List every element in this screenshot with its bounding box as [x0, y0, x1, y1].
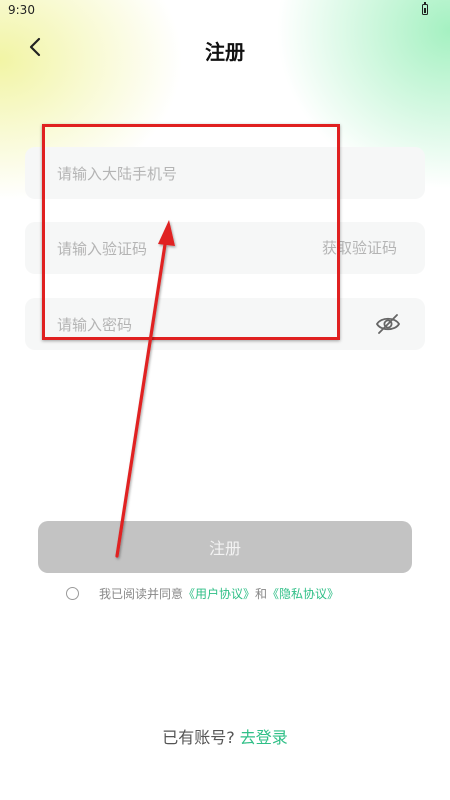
login-prompt-text: 已有账号? [162, 728, 235, 747]
agreement-row: 我已阅读并同意 《用户协议》 和 《隐私协议》 [66, 583, 339, 603]
page-title: 注册 [205, 40, 245, 64]
agreement-and: 和 [255, 586, 268, 601]
annotation-highlight-box [42, 124, 340, 340]
agreement-prefix: 我已阅读并同意 [99, 586, 184, 601]
battery-icon [422, 2, 428, 15]
background-gradient [0, 0, 450, 800]
register-button[interactable]: 注册 [38, 521, 412, 573]
user-agreement-link[interactable]: 《用户协议》 [183, 585, 255, 602]
login-prompt: 已有账号? 去登录 [0, 724, 450, 748]
go-login-link[interactable]: 去登录 [240, 728, 288, 747]
agree-radio[interactable] [66, 586, 79, 600]
status-time: 9:30 [8, 3, 35, 17]
status-bar: 9:30 [0, 0, 450, 20]
privacy-policy-link[interactable]: 《隐私协议》 [267, 585, 339, 602]
password-visibility-toggle[interactable] [375, 312, 401, 336]
eye-off-icon [375, 314, 401, 334]
